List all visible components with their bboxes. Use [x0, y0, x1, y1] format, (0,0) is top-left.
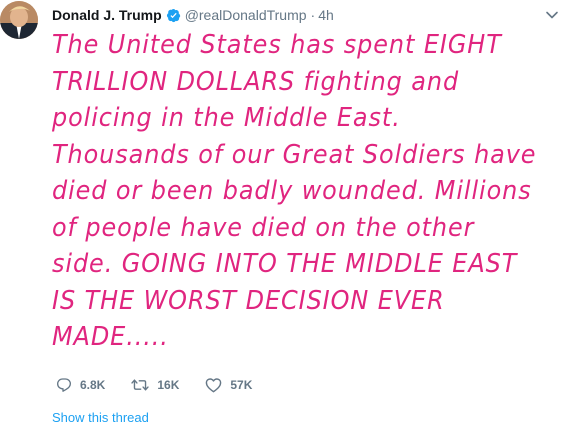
tweet-text-line: MADE..... — [52, 322, 169, 352]
tweet-text-line: died or been badly wounded. Millions — [52, 176, 532, 206]
tweet-text-line: IS THE WORST DECISION EVER — [52, 285, 445, 316]
retweet-button[interactable]: 16K — [131, 377, 179, 393]
avatar[interactable] — [0, 1, 38, 39]
avatar-image — [0, 1, 38, 39]
like-count: 57K — [230, 378, 253, 392]
heart-icon — [206, 378, 222, 393]
reply-icon — [57, 378, 71, 392]
retweet-count: 16K — [157, 378, 180, 392]
tweet-text-line: of people have died on the other — [52, 212, 475, 243]
tweet-text-line: Thousands of our Great Soldiers have — [52, 139, 537, 170]
tweet-card: Donald J. Trump @realDonaldTrump · 4h Th… — [0, 0, 567, 434]
tweet-text: The United States has spent EIGHT TRILLI… — [52, 27, 557, 356]
separator-dot: · — [310, 7, 316, 23]
handle[interactable]: @realDonaldTrump — [185, 7, 307, 23]
reply-count: 6.8K — [80, 378, 106, 392]
retweet-icon — [131, 379, 150, 391]
tweet-header: Donald J. Trump @realDonaldTrump · 4h — [52, 5, 334, 25]
tweet-text-line: TRILLION DOLLARS fighting and — [52, 66, 460, 97]
display-name[interactable]: Donald J. Trump — [52, 7, 162, 23]
tweet-text-line: policing in the Middle East. — [52, 103, 401, 133]
tweet-actions: 6.8K 16K 57K — [56, 375, 278, 395]
like-button[interactable]: 57K — [205, 377, 252, 393]
show-thread-link[interactable]: Show this thread — [52, 410, 149, 425]
timestamp[interactable]: 4h — [318, 7, 334, 23]
reply-button[interactable]: 6.8K — [56, 377, 105, 393]
tweet-text-line: The United States has spent EIGHT — [52, 30, 502, 60]
tweet-text-line: side. GOING INTO THE MIDDLE EAST — [52, 249, 518, 279]
chevron-down-icon[interactable] — [545, 8, 559, 22]
verified-badge-icon — [166, 8, 181, 23]
